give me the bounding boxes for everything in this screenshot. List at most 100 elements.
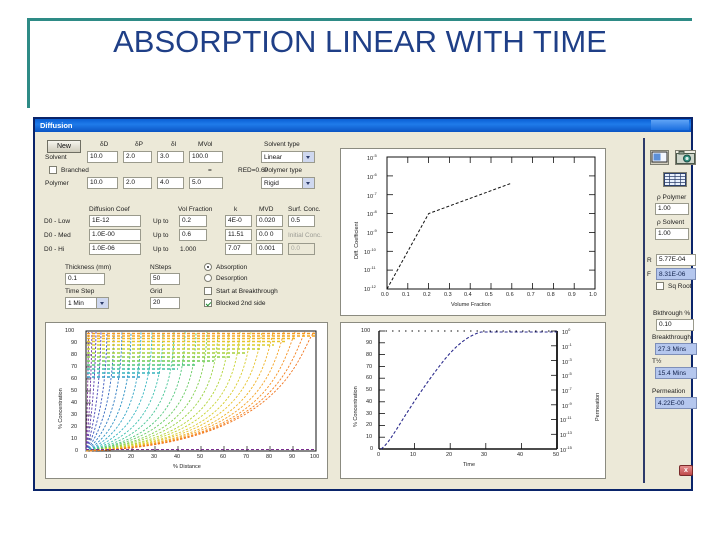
x-tick-9: 0.9 xyxy=(568,292,576,298)
ut-x-tick-10: 10 xyxy=(410,452,417,458)
absorption-radio[interactable] xyxy=(204,263,212,271)
grid-table-icon[interactable] xyxy=(663,172,687,187)
d0-hi-upto-label: Up to xyxy=(153,246,169,253)
ut-y-tick-30: 30 xyxy=(366,411,373,417)
cp-x-tick-0: 0 xyxy=(84,454,88,460)
y-tick-6: 10-11 xyxy=(364,265,376,274)
title-accent-rule xyxy=(27,18,692,21)
polymer-type-select[interactable]: Rigid xyxy=(261,177,315,189)
x-tick-5: 0.5 xyxy=(485,292,493,298)
cp-y-tick-30: 30 xyxy=(71,412,78,418)
ut-ylabel: % Concentration xyxy=(353,386,359,427)
branched-checkbox[interactable] xyxy=(49,166,57,174)
solvent-dh-field[interactable]: 3.0 xyxy=(157,151,184,163)
ut-x-tick-50: 50 xyxy=(553,452,560,458)
cp-y-tick-0: 0 xyxy=(75,448,79,454)
polymer-dp-field[interactable]: 2.0 xyxy=(123,177,152,189)
d0-hi-k-field[interactable]: 7.07 xyxy=(225,243,252,255)
ut-y2-tick-7: 10-13 xyxy=(560,430,572,439)
cp-x-tick-80: 80 xyxy=(266,454,273,460)
timestep-select[interactable]: 1 Min xyxy=(65,297,109,309)
chevron-down-icon[interactable] xyxy=(302,152,314,162)
new-button[interactable]: New xyxy=(47,140,81,153)
page-title: ABSORPTION LINEAR WITH TIME xyxy=(113,24,607,59)
solvent-dd-field[interactable]: 10.0 xyxy=(87,151,118,163)
diffusion-window: Diffusion New δD δP δI MVol Solvent 10.0… xyxy=(33,117,697,491)
nsteps-field[interactable]: 50 xyxy=(150,273,180,285)
solvent-mvol-field[interactable]: 100.0 xyxy=(189,151,223,163)
camera-icon[interactable] xyxy=(675,150,696,165)
start-breakthrough-checkbox[interactable] xyxy=(204,287,212,295)
ut-y-tick-60: 60 xyxy=(366,375,373,381)
permeation-value: 4.22E-00 xyxy=(655,397,697,409)
rho-polymer-field[interactable]: 1.00 xyxy=(655,203,689,215)
ut-y2-tick-3: 10-5 xyxy=(562,371,572,380)
ut-y2-tick-5: 10-9 xyxy=(562,401,572,410)
blocked-2nd-side-checkbox[interactable] xyxy=(204,299,212,307)
polymer-dd-field[interactable]: 10.0 xyxy=(87,177,118,189)
close-button[interactable]: x xyxy=(679,465,693,476)
timestep-label: Time Step xyxy=(65,288,95,295)
header-dd: δD xyxy=(100,141,109,148)
grid-field[interactable]: 20 xyxy=(150,297,180,309)
chevron-down-icon-2[interactable] xyxy=(302,178,314,188)
cp-y-tick-50: 50 xyxy=(71,388,78,394)
cp-x-tick-40: 40 xyxy=(174,454,181,460)
x-tick-10: 1.0 xyxy=(589,292,597,298)
solvent-type-select[interactable]: Linear xyxy=(261,151,315,163)
polymer-dh-field[interactable]: 4.0 xyxy=(157,177,184,189)
bkthrough-pct-field[interactable]: 0.10 xyxy=(656,319,694,331)
ut-y-tick-80: 80 xyxy=(366,352,373,358)
rho-solvent-field[interactable]: 1.00 xyxy=(655,228,689,240)
d0-hi-mvd-field[interactable]: 0.001 xyxy=(256,243,283,255)
polymer-type-value: Rigid xyxy=(264,180,279,187)
d0-low-label: D0 - Low xyxy=(44,218,71,225)
window-titlebar[interactable]: Diffusion xyxy=(35,119,691,132)
d0-hi-coef-field[interactable]: 1.0E-06 xyxy=(89,243,141,255)
polymer-type-label: Polymer type xyxy=(264,167,302,174)
ut-x-tick-30: 30 xyxy=(481,452,488,458)
ut-xlabel: Time xyxy=(463,462,476,468)
solvent-type-value: Linear xyxy=(264,154,283,161)
x-tick-4: 0.4 xyxy=(464,292,472,298)
sq-root-checkbox[interactable] xyxy=(656,282,664,290)
d0-med-coef-field[interactable]: 1.0E-00 xyxy=(89,229,141,241)
breakthrough-label: Breakthrough xyxy=(652,334,692,341)
cp-x-tick-60: 60 xyxy=(220,454,227,460)
d0-low-surf-field[interactable]: 0.5 xyxy=(288,215,315,227)
r-field[interactable]: 5.77E-04 xyxy=(656,254,696,266)
desorption-radio[interactable] xyxy=(204,274,212,282)
polymer-mvol-field[interactable]: 5.0 xyxy=(189,177,223,189)
ut-y-tick-50: 50 xyxy=(366,387,373,393)
d0-low-volfrac-field[interactable]: 0.2 xyxy=(179,215,207,227)
window-controls[interactable] xyxy=(651,120,689,130)
timestep-value: 1 Min xyxy=(68,300,84,307)
screen-icon[interactable] xyxy=(650,150,669,165)
d0-low-coef-field[interactable]: 1E-12 xyxy=(89,215,141,227)
x-tick-2: 0.2 xyxy=(423,292,431,298)
header-dp: δP xyxy=(135,141,143,148)
nsteps-label: NSteps xyxy=(150,264,172,271)
d0-low-mvd-field[interactable]: 0.020 xyxy=(256,215,283,227)
d0-med-k-field[interactable]: 11.51 xyxy=(225,229,252,241)
y-tick-5: 10-10 xyxy=(364,247,376,256)
k-header: k xyxy=(234,206,238,213)
chevron-down-icon-3[interactable] xyxy=(96,298,108,308)
d0-low-k-field[interactable]: 4E-0 xyxy=(225,215,252,227)
thickness-field[interactable]: 0.1 xyxy=(65,273,105,285)
y-tick-3: 10-8 xyxy=(367,209,377,218)
d0-med-mvd-field[interactable]: 0.0 0 xyxy=(256,229,283,241)
ut-y-tick-10: 10 xyxy=(366,434,373,440)
initial-conc-field[interactable]: 0.0 xyxy=(288,243,315,255)
y-tick-4: 10-9 xyxy=(367,228,377,237)
f-value[interactable]: 8.31E-06 xyxy=(656,268,696,280)
cp-x-tick-90: 90 xyxy=(289,454,296,460)
cp-y-tick-10: 10 xyxy=(71,436,78,442)
polymer-row-label: Polymer xyxy=(45,180,69,187)
solvent-dp-field[interactable]: 2.0 xyxy=(123,151,152,163)
d0-med-volfrac-field[interactable]: 0.6 xyxy=(179,229,207,241)
cp-x-tick-50: 50 xyxy=(197,454,204,460)
ut-y2-tick-1: 10-1 xyxy=(562,342,572,351)
vol-fraction-header: Vol Fraction xyxy=(178,206,213,213)
start-breakthrough-label: Start at Breakthrough xyxy=(216,288,278,295)
